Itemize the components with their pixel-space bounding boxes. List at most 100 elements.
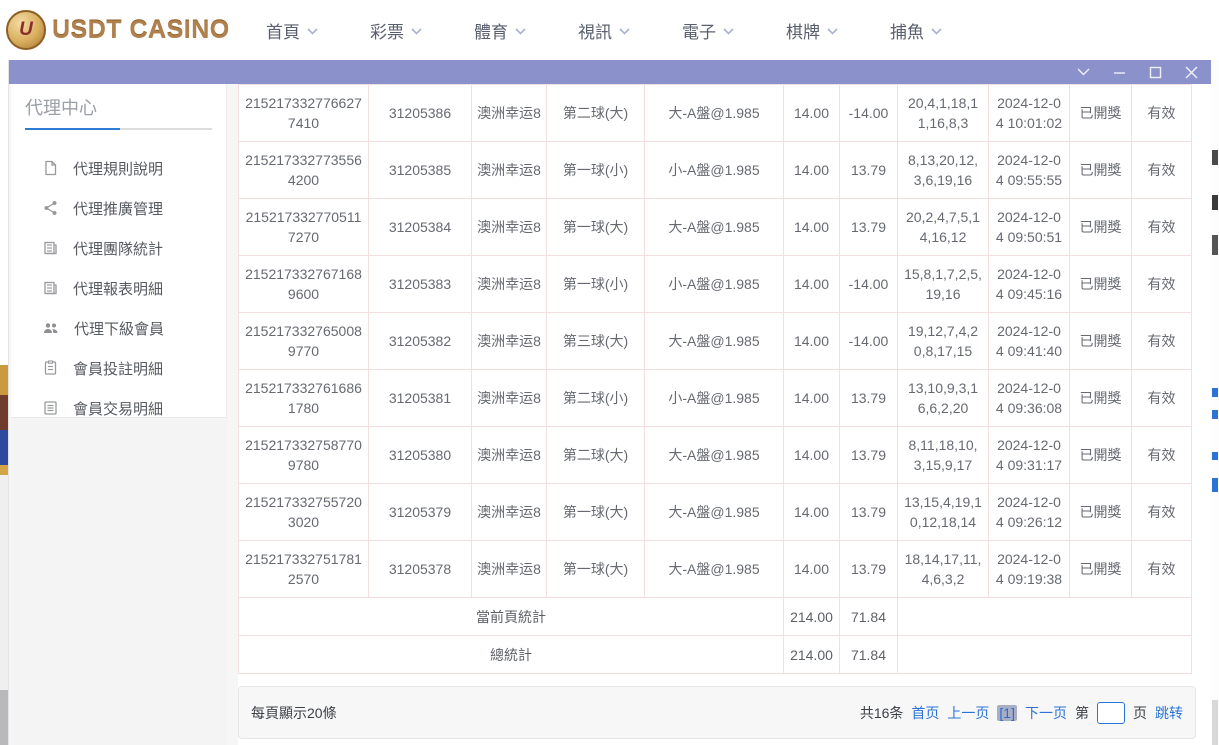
nav-item-live[interactable]: 視訊 (578, 18, 630, 43)
cell-member-id: 31205383 (369, 256, 472, 313)
cell-play: 第二球(小) (547, 370, 645, 427)
cell-status: 已開獎 (1070, 142, 1132, 199)
cell-status: 已開獎 (1070, 541, 1132, 598)
cell-status: 已開獎 (1070, 370, 1132, 427)
cell-order-no: 2152173327671689600 (239, 256, 369, 313)
total-count-label: 共16条 (860, 703, 904, 723)
table-row: 2152173327705117270 31205384 澳洲幸运8 第一球(大… (239, 199, 1192, 256)
sidebar-item-report-detail[interactable]: 代理報表明細 (11, 268, 226, 308)
page-prefix-label: 第 (1075, 703, 1089, 723)
cell-game: 澳洲幸运8 (472, 541, 547, 598)
summary-label: 當前頁統計 (239, 598, 784, 636)
sidebar-item-member-bets[interactable]: 會員投註明細 (11, 348, 226, 388)
sidebar-item-agent-promotion[interactable]: 代理推廣管理 (11, 188, 226, 228)
prev-page-link[interactable]: 上一页 (947, 703, 989, 723)
agent-sidebar: 代理中心 代理規則說明 代理推廣管理 代理團隊統計 代理報表明細 代理下級會員 (11, 84, 227, 418)
cell-status: 已開獎 (1070, 199, 1132, 256)
sidebar-item-downline-members[interactable]: 代理下級會員 (11, 308, 226, 348)
next-page-link[interactable]: 下一页 (1025, 703, 1067, 723)
cell-member-id: 31205384 (369, 199, 472, 256)
nav-item-cards[interactable]: 棋牌 (786, 18, 838, 43)
cell-order-no: 2152173327705117270 (239, 199, 369, 256)
minimize-icon[interactable] (1111, 64, 1127, 80)
window-titlebar (9, 60, 1211, 84)
cell-validity: 有效 (1132, 199, 1192, 256)
cell-member-id: 31205379 (369, 484, 472, 541)
cell-validity: 有效 (1132, 427, 1192, 484)
cell-time: 2024-12-04 09:50:51 (989, 199, 1070, 256)
first-page-link[interactable]: 首页 (911, 703, 939, 723)
cell-amount: 14.00 (784, 427, 840, 484)
nav-item-fishing[interactable]: 捕魚 (890, 18, 942, 43)
clipboard-icon (43, 360, 58, 376)
nav-item-label: 電子 (682, 18, 716, 43)
sidebar-divider (25, 128, 212, 130)
list-icon (43, 400, 58, 416)
cell-play: 第一球(大) (547, 484, 645, 541)
close-icon[interactable] (1183, 64, 1199, 80)
cell-order-no: 2152173327557203020 (239, 484, 369, 541)
cell-win-loss: 13.79 (840, 541, 898, 598)
pagination-controls: 共16条 首页 上一页 [1] 下一页 第 页 跳转 (860, 702, 1183, 724)
summary-win-loss: 71.84 (840, 636, 898, 674)
cell-time: 2024-12-04 09:45:16 (989, 256, 1070, 313)
chevron-down-icon (827, 28, 838, 35)
cell-result: 13,10,9,3,16,6,2,20 (898, 370, 989, 427)
summary-row-page: 當前頁統計 214.00 71.84 (239, 598, 1192, 636)
cell-result: 8,11,18,10,3,15,9,17 (898, 427, 989, 484)
cell-win-loss: -14.00 (840, 85, 898, 142)
cell-status: 已開獎 (1070, 256, 1132, 313)
cell-order-no: 2152173327650089770 (239, 313, 369, 370)
cell-time: 2024-12-04 09:41:40 (989, 313, 1070, 370)
cell-play: 第一球(大) (547, 199, 645, 256)
brand-name: USDT CASINO (52, 16, 230, 45)
cell-time: 2024-12-04 09:26:12 (989, 484, 1070, 541)
collapse-icon[interactable] (1075, 64, 1091, 80)
cell-amount: 14.00 (784, 142, 840, 199)
summary-empty (898, 636, 1192, 674)
cell-member-id: 31205382 (369, 313, 472, 370)
nav-item-sports[interactable]: 體育 (474, 18, 526, 43)
report-icon (43, 280, 58, 296)
jump-link[interactable]: 跳转 (1155, 703, 1183, 723)
cell-result: 20,2,4,7,5,14,16,12 (898, 199, 989, 256)
page-number-input[interactable] (1097, 702, 1125, 724)
sidebar-item-agent-rules[interactable]: 代理規則說明 (11, 148, 226, 188)
nav-item-slots[interactable]: 電子 (682, 18, 734, 43)
sidebar-item-label: 會員投註明細 (73, 358, 163, 379)
sidebar-title: 代理中心 (11, 84, 226, 128)
brand-logo[interactable]: U USDT CASINO (6, 10, 236, 50)
cell-odds: 大-A盤@1.985 (645, 427, 784, 484)
page-behind-right (1211, 60, 1219, 745)
cell-win-loss: -14.00 (840, 256, 898, 313)
cell-status: 已開獎 (1070, 313, 1132, 370)
table-row: 2152173327517812570 31205378 澳洲幸运8 第一球(大… (239, 541, 1192, 598)
cell-validity: 有效 (1132, 85, 1192, 142)
cell-win-loss: 13.79 (840, 484, 898, 541)
cell-time: 2024-12-04 09:36:08 (989, 370, 1070, 427)
users-icon (43, 320, 59, 336)
cell-amount: 14.00 (784, 85, 840, 142)
maximize-icon[interactable] (1147, 64, 1163, 80)
per-page-label: 每頁顯示20條 (251, 703, 337, 723)
cell-order-no: 2152173327517812570 (239, 541, 369, 598)
cell-validity: 有效 (1132, 541, 1192, 598)
sidebar-item-team-stats[interactable]: 代理團隊統計 (11, 228, 226, 268)
cell-order-no: 2152173327616861780 (239, 370, 369, 427)
summary-amount: 214.00 (784, 598, 840, 636)
summary-label: 總統計 (239, 636, 784, 674)
summary-amount: 214.00 (784, 636, 840, 674)
nav-item-lottery[interactable]: 彩票 (370, 18, 422, 43)
cell-game: 澳洲幸运8 (472, 427, 547, 484)
table-row: 2152173327650089770 31205382 澳洲幸运8 第三球(大… (239, 313, 1192, 370)
sidebar-item-label: 代理下級會員 (74, 318, 164, 339)
sidebar-menu: 代理規則說明 代理推廣管理 代理團隊統計 代理報表明細 代理下級會員 會員投註明… (11, 148, 226, 428)
agent-center-window: 代理中心 代理規則說明 代理推廣管理 代理團隊統計 代理報表明細 代理下級會員 (8, 60, 1211, 745)
chevron-down-icon (723, 28, 734, 35)
summary-row-total: 總統計 214.00 71.84 (239, 636, 1192, 674)
nav-item-home[interactable]: 首頁 (266, 18, 318, 43)
cell-play: 第一球(小) (547, 142, 645, 199)
cell-win-loss: 13.79 (840, 370, 898, 427)
coin-logo-icon: U (6, 10, 46, 50)
table-row: 2152173327735564200 31205385 澳洲幸运8 第一球(小… (239, 142, 1192, 199)
